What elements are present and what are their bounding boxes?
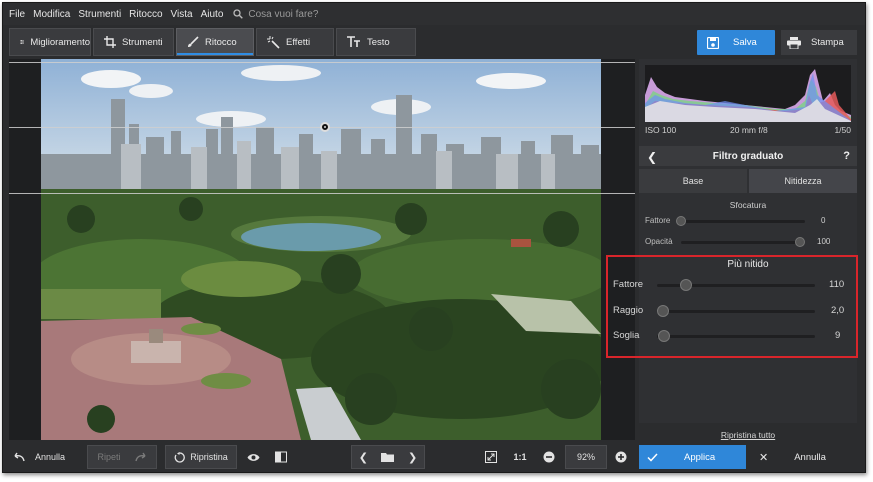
blur-section-label: Sfocatura <box>729 200 767 210</box>
photo-image <box>41 59 601 440</box>
zoom-level-field[interactable]: 92% <box>565 445 607 469</box>
print-label: Stampa <box>811 37 844 48</box>
gradient-guide-top[interactable] <box>9 62 635 63</box>
apply-label: Applica <box>684 451 716 463</box>
tab-base[interactable]: Base <box>639 169 747 193</box>
search-icon <box>233 9 244 19</box>
slider-track[interactable] <box>681 220 805 223</box>
slider-label: Opacità <box>645 237 673 246</box>
zoom-in-button[interactable] <box>611 445 631 469</box>
apply-button[interactable]: Applica <box>639 445 746 469</box>
exif-iso: ISO 100 <box>645 125 677 135</box>
app-window: File Modifica Strumenti Ritocco Vista Ai… <box>2 2 866 473</box>
tab-nitidezza[interactable]: Nitidezza <box>749 169 857 193</box>
compare-button[interactable] <box>271 445 291 469</box>
printer-icon <box>787 36 801 49</box>
tab-label: Effetti <box>286 36 311 48</box>
reset-all-link[interactable]: Ripristina tutto <box>639 430 857 440</box>
menu-file[interactable]: File <box>9 9 25 20</box>
save-button[interactable]: Salva <box>697 30 775 55</box>
tab-strumenti[interactable]: Strumenti <box>93 28 174 56</box>
tab-testo[interactable]: Testo <box>336 28 416 56</box>
zoom-1to1-button[interactable]: 1:1 <box>509 445 531 469</box>
brush-icon <box>188 36 199 47</box>
photo-canvas[interactable] <box>9 59 635 440</box>
slider-value: 0 <box>821 216 826 225</box>
tab-effetti[interactable]: Effetti <box>256 28 334 56</box>
histogram <box>645 65 851 122</box>
folder-icon[interactable] <box>381 452 395 462</box>
menu-strumenti[interactable]: Strumenti <box>78 9 121 20</box>
undo-icon <box>14 452 25 462</box>
tab-label: Miglioramento <box>30 36 90 48</box>
help-icon[interactable]: ? <box>843 150 850 162</box>
cancel-label: Annulla <box>794 451 826 463</box>
eye-icon <box>247 453 259 461</box>
tab-label: Strumenti <box>122 36 163 48</box>
floppy-disk-icon <box>707 36 719 49</box>
city-park-photo <box>41 59 601 440</box>
slider-value: 100 <box>817 237 831 246</box>
tab-miglioramento[interactable]: Miglioramento <box>9 28 91 56</box>
blur-factor-slider[interactable]: Fattore 0 <box>639 214 857 228</box>
undo-button[interactable]: Annulla <box>13 445 83 469</box>
restore-icon <box>174 451 186 463</box>
preview-eye-button[interactable] <box>243 445 263 469</box>
magic-wand-icon <box>267 35 280 49</box>
navigation-group: ❮ ❯ <box>351 445 425 469</box>
restore-label: Ripristina <box>190 452 228 462</box>
redo-label: Ripeti <box>97 452 121 462</box>
exif-info: ISO 100 20 mm f/8 1/50 <box>645 125 851 139</box>
gradient-center-handle[interactable] <box>320 122 330 132</box>
highlight-box <box>606 255 858 358</box>
close-icon: ✕ <box>759 451 769 464</box>
side-panel: ISO 100 20 mm f/8 1/50 ❮ Filtro graduato… <box>613 59 857 423</box>
redo-button[interactable]: Ripeti <box>87 445 157 469</box>
next-icon[interactable]: ❯ <box>408 451 417 464</box>
menu-vista[interactable]: Vista <box>171 9 193 20</box>
tab-ritocco[interactable]: Ritocco <box>176 28 254 56</box>
sliders-icon <box>20 40 25 44</box>
gradient-guide-bottom[interactable] <box>9 193 635 194</box>
menu-ritocco[interactable]: Ritocco <box>129 9 162 20</box>
undo-label: Annulla <box>35 452 66 462</box>
slider-knob[interactable] <box>795 237 805 247</box>
panel-title: Filtro graduato <box>712 151 784 162</box>
blur-opacity-slider[interactable]: Opacità 100 <box>639 235 857 249</box>
slider-track[interactable] <box>681 241 805 244</box>
slider-label: Fattore <box>645 216 671 225</box>
fullscreen-icon <box>485 451 497 463</box>
slider-knob[interactable] <box>676 216 686 226</box>
fit-screen-button[interactable] <box>481 445 501 469</box>
exif-lens: 20 mm f/8 <box>730 125 768 135</box>
panel-tabs: Base Nitidezza <box>639 169 857 193</box>
cancel-button[interactable]: ✕ Annulla <box>749 445 857 469</box>
checkmark-icon <box>647 452 658 462</box>
tab-label: Testo <box>367 36 390 48</box>
menu-modifica[interactable]: Modifica <box>33 9 70 20</box>
restore-button[interactable]: Ripristina <box>165 445 237 469</box>
crop-icon <box>104 36 116 48</box>
zoom-out-button[interactable] <box>539 445 559 469</box>
print-button[interactable]: Stampa <box>781 30 857 55</box>
compare-icon <box>275 451 287 463</box>
save-label: Salva <box>733 37 757 48</box>
plus-circle-icon <box>615 451 627 463</box>
search-placeholder: Cosa vuoi fare? <box>248 8 319 20</box>
exif-shutter: 1/50 <box>834 125 851 135</box>
text-icon <box>347 36 360 47</box>
previous-icon[interactable]: ❮ <box>359 451 368 464</box>
menu-bar: File Modifica Strumenti Ritocco Vista Ai… <box>3 3 865 25</box>
menu-aiuto[interactable]: Aiuto <box>201 9 224 20</box>
tab-label: Ritocco <box>205 36 237 48</box>
redo-icon <box>134 452 146 462</box>
search-field[interactable]: Cosa vuoi fare? <box>233 9 318 20</box>
minus-circle-icon <box>543 451 555 463</box>
panel-header: ❮ Filtro graduato ? <box>639 146 857 166</box>
